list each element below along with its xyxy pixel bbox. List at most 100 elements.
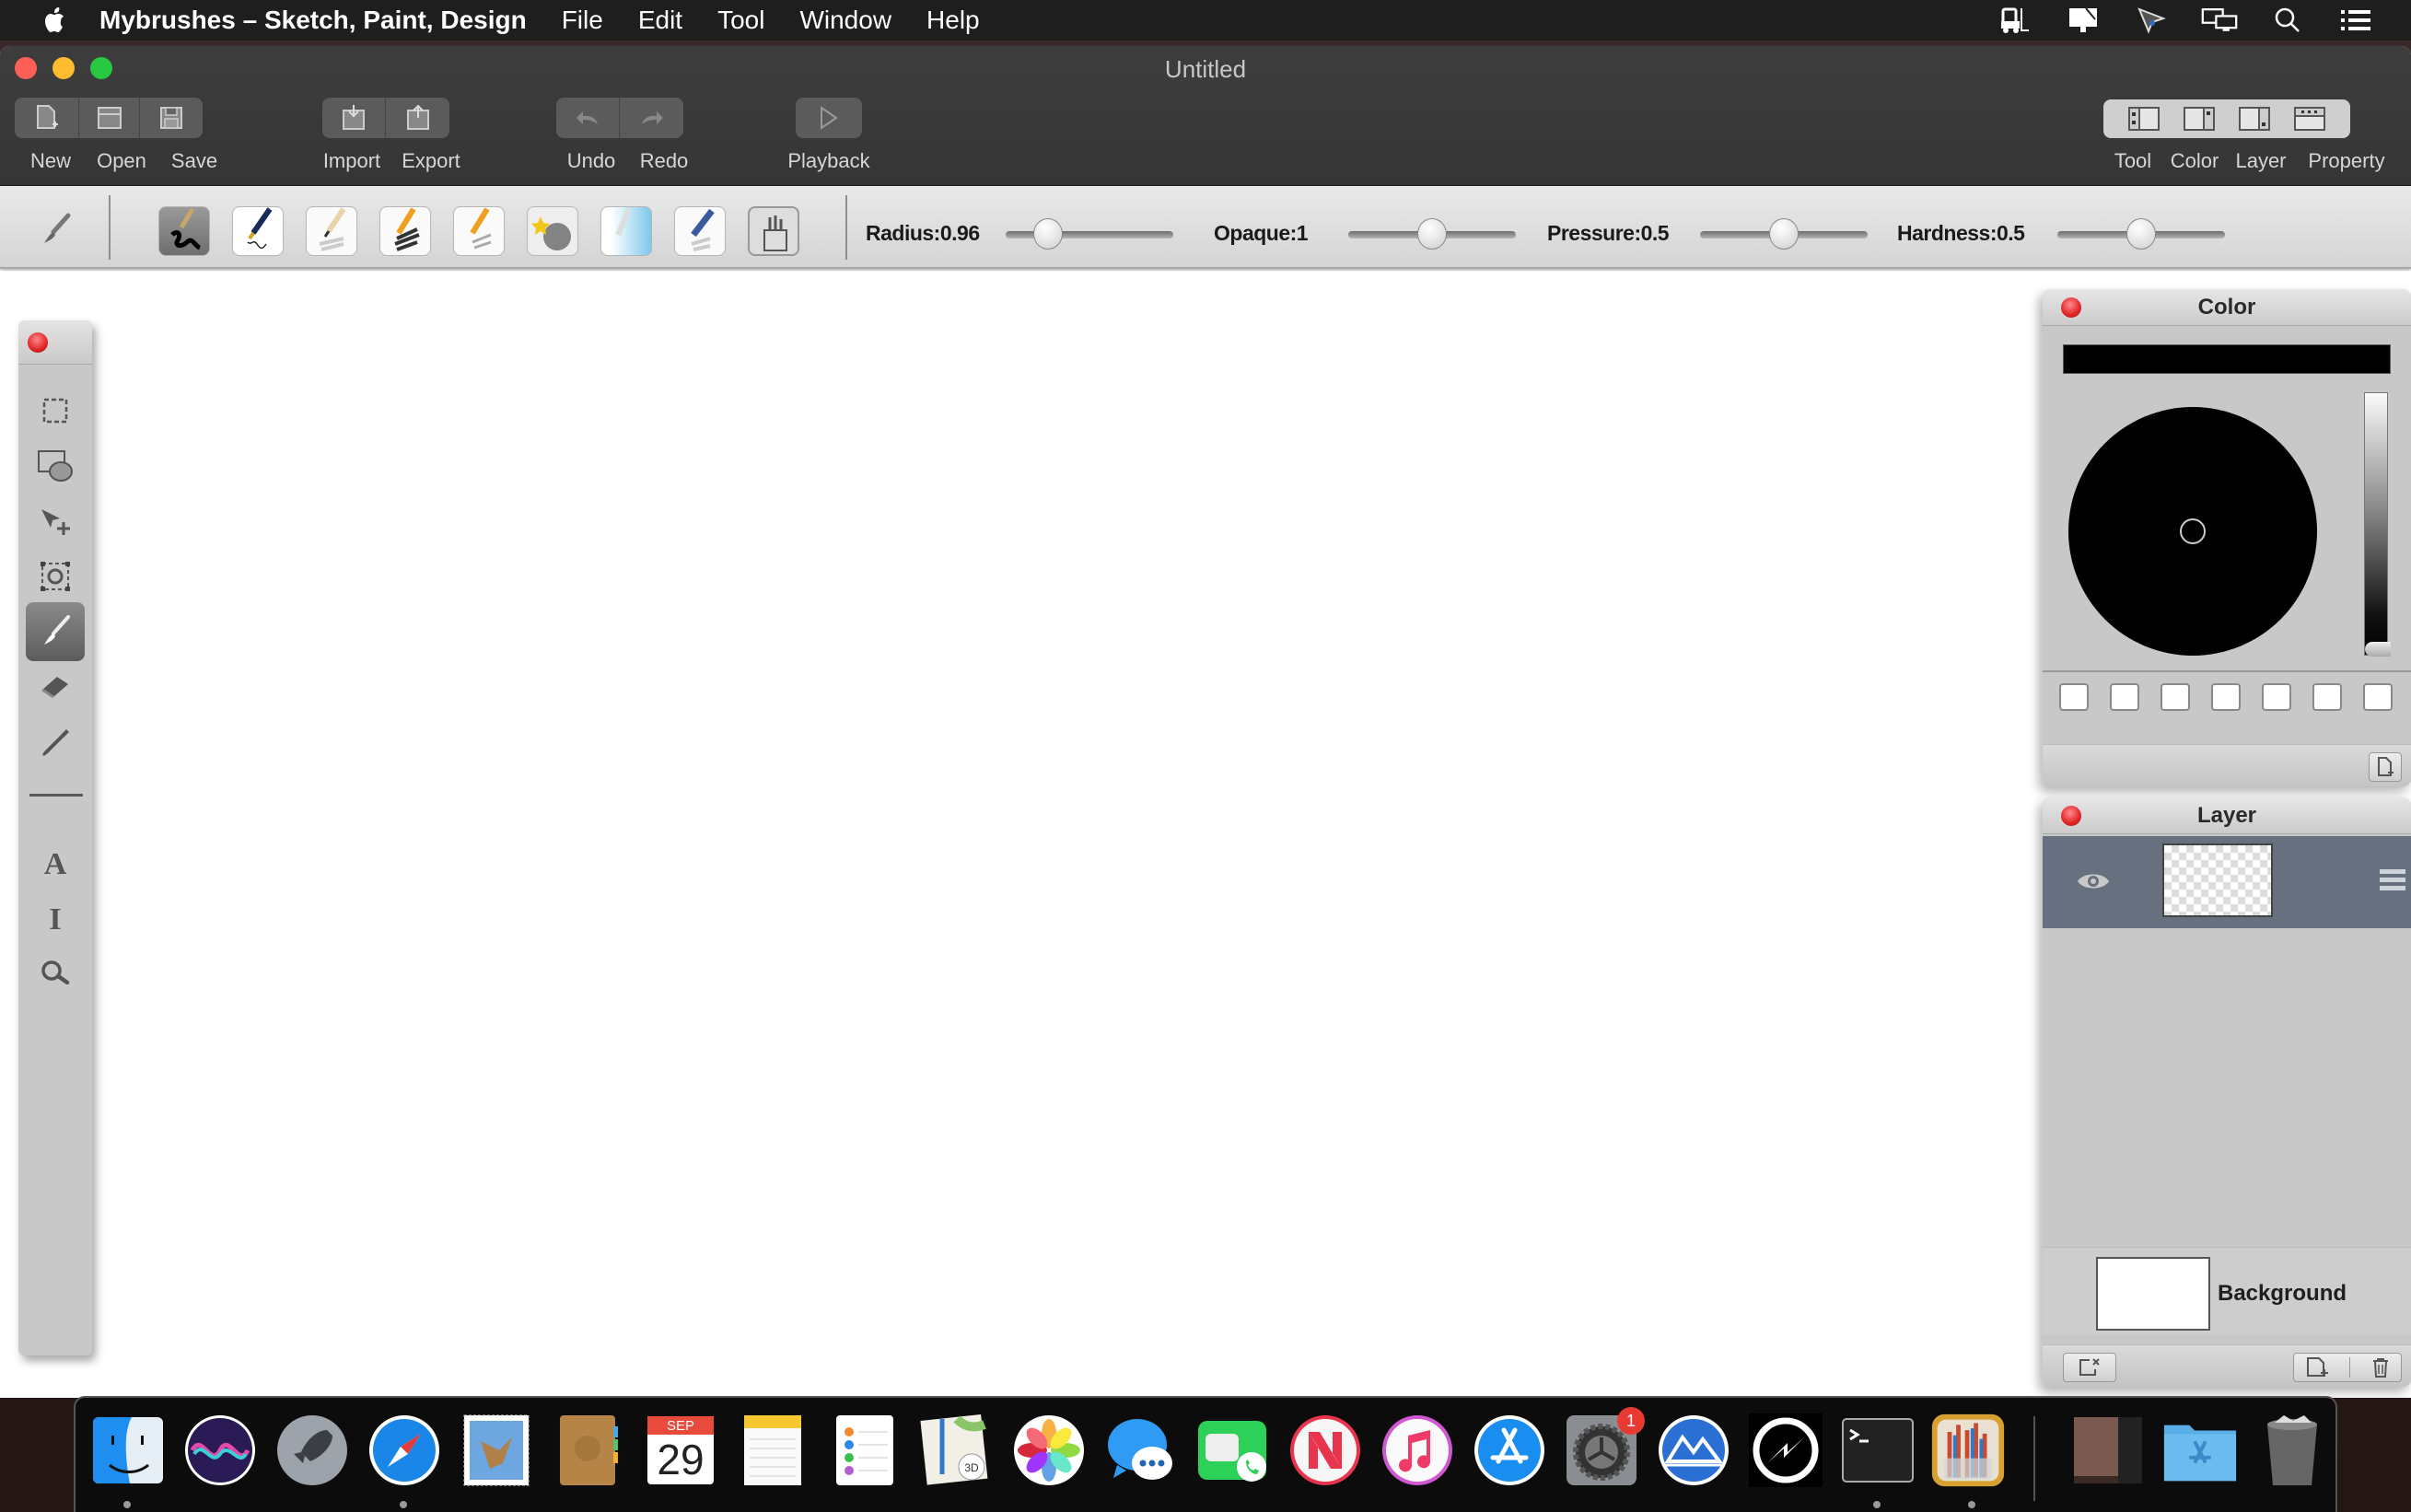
color-swatch[interactable] — [2211, 683, 2241, 711]
brush-preset-pencil-soft[interactable] — [306, 206, 357, 256]
brightness-slider[interactable] — [2364, 392, 2391, 657]
dock-notes[interactable] — [735, 1413, 810, 1488]
pressure-slider[interactable] — [1700, 218, 1868, 250]
hardness-slider-knob[interactable] — [2126, 218, 2156, 250]
dock-mybrushes[interactable] — [1930, 1413, 2006, 1488]
dock-reminders[interactable] — [827, 1413, 903, 1488]
layer-panel-toggle-icon[interactable] — [2239, 107, 2270, 131]
cursor-pro-icon[interactable] — [2133, 6, 2170, 35]
dock-itunes[interactable] — [1380, 1413, 1455, 1488]
menu-help[interactable]: Help — [926, 6, 980, 35]
color-wheel-cursor[interactable] — [2180, 518, 2206, 544]
menu-edit[interactable]: Edit — [638, 6, 682, 35]
background-layer-row[interactable]: Background — [2043, 1247, 2411, 1335]
menu-file[interactable]: File — [562, 6, 603, 35]
dock-cursor-app[interactable] — [1748, 1413, 1823, 1488]
color-panel-toggle-icon[interactable] — [2184, 107, 2215, 131]
visibility-eye-icon[interactable] — [2076, 869, 2111, 898]
export-button[interactable] — [386, 98, 449, 138]
color-swatch[interactable] — [2161, 683, 2190, 711]
tool-eyedropper[interactable] — [26, 713, 85, 772]
property-panel-toggle-icon[interactable] — [2294, 107, 2325, 131]
brush-preset-watercolor[interactable] — [600, 206, 652, 256]
redo-button[interactable] — [620, 98, 683, 138]
delete-layer-trash-icon[interactable] — [2370, 1356, 2391, 1378]
tool-line[interactable] — [29, 794, 83, 797]
brush-preset-ink[interactable] — [158, 206, 210, 256]
color-swatch[interactable] — [2363, 683, 2393, 711]
playback-button[interactable] — [796, 98, 862, 138]
brush-preset-star-spray[interactable] — [527, 206, 578, 256]
brush-preset-fountain-pen[interactable] — [232, 206, 284, 256]
open-button[interactable] — [79, 98, 140, 138]
brush-set-button[interactable] — [748, 206, 799, 256]
menu-window[interactable]: Window — [799, 6, 891, 35]
dock-system-preferences[interactable]: 1 — [1564, 1407, 1645, 1488]
tool-rect-select[interactable] — [26, 381, 85, 440]
opaque-slider[interactable] — [1348, 218, 1516, 250]
dock-applications-folder[interactable] — [2162, 1413, 2238, 1488]
save-button[interactable] — [140, 98, 203, 138]
control-center-list-icon[interactable] — [2337, 6, 2374, 35]
current-brush-icon[interactable] — [37, 212, 74, 249]
tool-brush[interactable] — [26, 602, 85, 661]
brush-preset-airbrush[interactable] — [674, 206, 726, 256]
dock-terminal[interactable] — [1840, 1413, 1916, 1488]
close-tool-palette-button[interactable] — [28, 332, 48, 353]
layer-row[interactable] — [2043, 836, 2411, 928]
add-swatch-button[interactable] — [2369, 752, 2402, 782]
spotlight-search-icon[interactable] — [2269, 6, 2306, 35]
tool-text-cursor[interactable]: I — [26, 888, 85, 947]
app-name-menu[interactable]: Mybrushes – Sketch, Paint, Design — [99, 6, 527, 35]
tool-transform[interactable] — [26, 547, 85, 606]
display-icon[interactable] — [2065, 6, 2102, 35]
color-swatch[interactable] — [2059, 683, 2089, 711]
dock-launchpad[interactable] — [274, 1413, 350, 1488]
dock-app-store[interactable] — [1472, 1413, 1547, 1488]
dock-maps[interactable]: 3D — [919, 1413, 995, 1488]
forklift-icon[interactable] — [1997, 6, 2033, 35]
tool-zoom[interactable] — [26, 943, 85, 1002]
dock-facetime[interactable] — [1195, 1413, 1271, 1488]
radius-slider-knob[interactable] — [1032, 218, 1063, 250]
dock-siri[interactable] — [182, 1413, 258, 1488]
dock-downloads-stack[interactable] — [2070, 1413, 2146, 1488]
brush-preset-charcoal[interactable] — [379, 206, 431, 256]
dock-photos[interactable] — [1011, 1413, 1087, 1488]
tool-text[interactable]: A — [26, 832, 85, 891]
pressure-slider-knob[interactable] — [1769, 218, 1799, 250]
import-button[interactable] — [322, 98, 386, 138]
dock-contacts[interactable] — [551, 1413, 626, 1488]
tool-shape[interactable] — [26, 436, 85, 495]
layer-menu-handle-icon[interactable] — [2378, 867, 2407, 898]
color-swatch[interactable] — [2262, 683, 2291, 711]
opaque-slider-knob[interactable] — [1417, 218, 1447, 250]
hardness-slider[interactable] — [2057, 218, 2225, 250]
color-swatch[interactable] — [2110, 683, 2139, 711]
brightness-slider-knob[interactable] — [2365, 642, 2391, 657]
radius-slider[interactable] — [1006, 218, 1173, 250]
dock-messages[interactable] — [1103, 1413, 1179, 1488]
color-wheel[interactable] — [2068, 407, 2317, 656]
new-button[interactable] — [15, 98, 79, 138]
tool-move[interactable] — [26, 492, 85, 551]
apple-menu-icon[interactable] — [37, 6, 74, 35]
dock-mountain-duck[interactable] — [1656, 1413, 1731, 1488]
add-layer-icon[interactable] — [2304, 1356, 2330, 1378]
dock-safari[interactable] — [367, 1413, 442, 1488]
undo-button[interactable] — [556, 98, 620, 138]
layer-thumbnail[interactable] — [2162, 843, 2273, 917]
dock-calendar[interactable]: SEP 29 — [643, 1413, 718, 1488]
dock-mail[interactable] — [459, 1413, 534, 1488]
close-layer-panel-button[interactable] — [2061, 806, 2081, 826]
tool-panel-toggle-icon[interactable] — [2128, 107, 2160, 131]
color-swatch[interactable] — [2312, 683, 2342, 711]
brush-preset-color-pencil[interactable] — [453, 206, 505, 256]
menu-tool[interactable]: Tool — [717, 6, 764, 35]
close-color-panel-button[interactable] — [2061, 297, 2081, 318]
screens-icon[interactable] — [2201, 6, 2238, 35]
tool-eraser[interactable] — [26, 657, 85, 716]
clear-layer-button[interactable] — [2063, 1353, 2116, 1382]
dock-news[interactable] — [1287, 1413, 1363, 1488]
dock-finder[interactable] — [90, 1413, 166, 1488]
